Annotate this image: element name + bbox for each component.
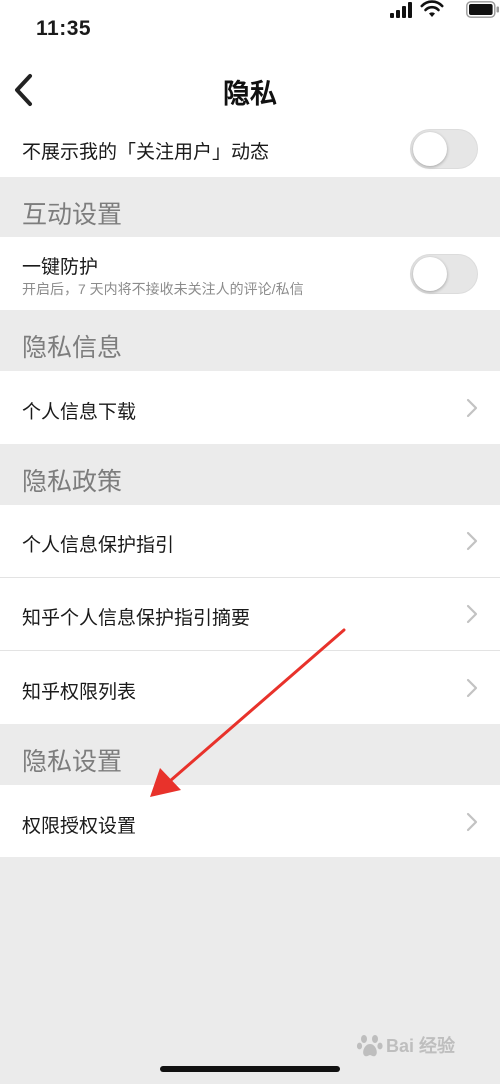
section-title-privacy-policy: 隐私政策 bbox=[22, 468, 123, 496]
chevron-right-icon bbox=[466, 531, 478, 551]
personal-info-download-row[interactable]: 个人信息下载 bbox=[0, 371, 500, 444]
one-key-protection-label: 一键防护 bbox=[22, 257, 99, 278]
protection-guide-row[interactable]: 个人信息保护指引 bbox=[0, 505, 500, 577]
protection-guide-summary-label: 知乎个人信息保护指引摘要 bbox=[22, 608, 251, 629]
toggle-knob bbox=[413, 257, 447, 291]
wifi-icon bbox=[420, 0, 444, 17]
permission-settings-label: 权限授权设置 bbox=[22, 816, 137, 837]
page-title: 隐私 bbox=[223, 79, 277, 109]
baidu-watermark: Bai 经验 bbox=[356, 1028, 486, 1064]
hide-follow-activity-label: 不展示我的「关注用户」动态 bbox=[22, 142, 270, 163]
one-key-protection-toggle[interactable] bbox=[410, 254, 478, 294]
permission-list-label: 知乎权限列表 bbox=[22, 682, 137, 703]
one-key-protection-row[interactable]: 一键防护 开启后，7 天内将不接收未关注人的评论/私信 bbox=[0, 237, 500, 310]
watermark-text: Bai 经验 bbox=[386, 1036, 456, 1056]
section-title-privacy-settings: 隐私设置 bbox=[22, 748, 123, 776]
protection-guide-label: 个人信息保护指引 bbox=[22, 535, 175, 556]
chevron-right-icon bbox=[466, 604, 478, 624]
paw-logo-icon bbox=[356, 1035, 383, 1057]
section-header-privacy-info: 隐私信息 bbox=[0, 310, 500, 371]
battery-icon bbox=[466, 1, 499, 18]
home-indicator[interactable] bbox=[160, 1066, 340, 1072]
section-title-interaction: 互动设置 bbox=[22, 201, 123, 229]
section-header-interaction: 互动设置 bbox=[0, 177, 500, 237]
hide-follow-activity-row[interactable]: 不展示我的「关注用户」动态 bbox=[0, 122, 500, 177]
permission-list-row[interactable]: 知乎权限列表 bbox=[0, 651, 500, 724]
toggle-knob bbox=[413, 132, 447, 166]
status-bar: 11:35 bbox=[0, 0, 500, 58]
hide-follow-activity-toggle[interactable] bbox=[410, 129, 478, 169]
personal-info-download-label: 个人信息下载 bbox=[22, 402, 137, 423]
permission-settings-row[interactable]: 权限授权设置 bbox=[0, 785, 500, 857]
status-time: 11:35 bbox=[36, 17, 92, 40]
chevron-right-icon bbox=[466, 812, 478, 832]
section-header-privacy-policy: 隐私政策 bbox=[0, 444, 500, 505]
one-key-protection-description: 开启后，7 天内将不接收未关注人的评论/私信 bbox=[22, 281, 304, 297]
navigation-bar: 隐私 bbox=[0, 58, 500, 122]
chevron-right-icon bbox=[466, 678, 478, 698]
protection-guide-summary-row[interactable]: 知乎个人信息保护指引摘要 bbox=[0, 578, 500, 650]
section-title-privacy-info: 隐私信息 bbox=[22, 334, 123, 362]
section-header-privacy-settings: 隐私设置 bbox=[0, 724, 500, 785]
chevron-right-icon bbox=[466, 398, 478, 418]
cellular-signal-icon bbox=[390, 2, 412, 18]
